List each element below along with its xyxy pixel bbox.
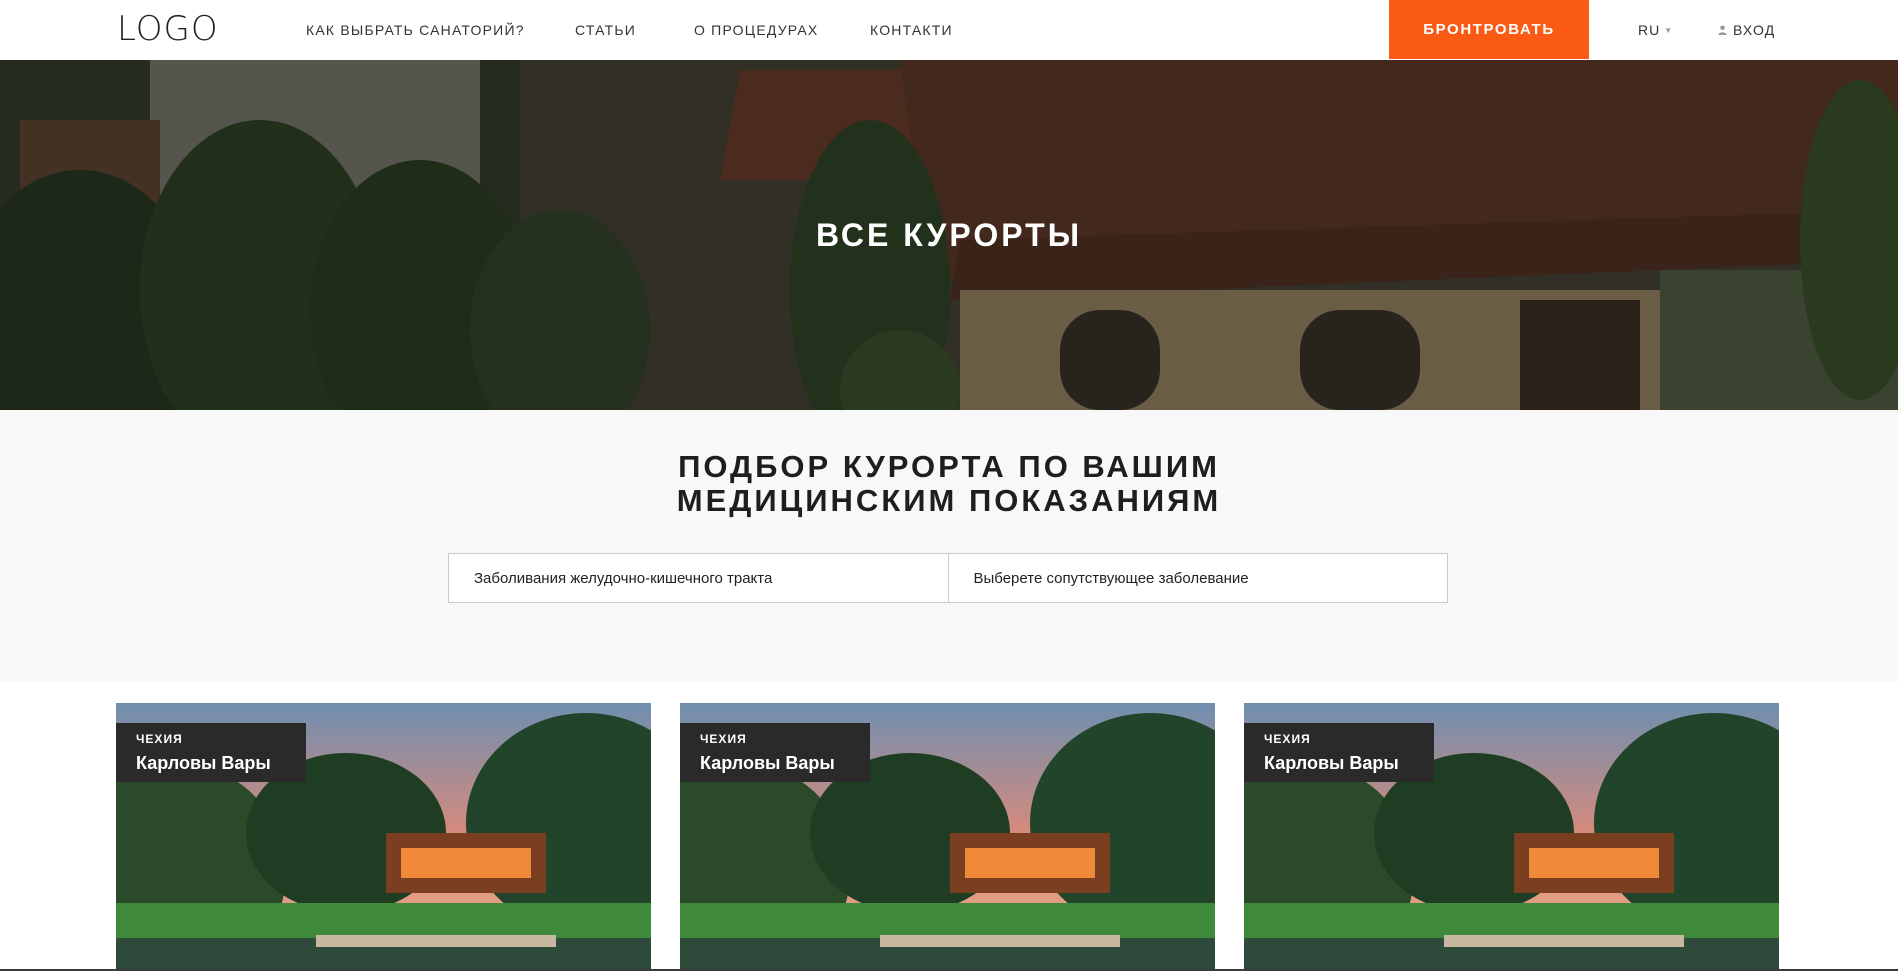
language-label: RU [1638,22,1661,38]
card-label: ЧЕХИЯ Карловы Вары [116,723,306,782]
resort-cards: ЧЕХИЯ Карловы Вары ЧЕХИЯ Карловы Вары ЧЕ… [116,703,1779,971]
book-button[interactable]: БРОНТРОВАТЬ [1389,0,1589,59]
caret-down-icon: ▼ [1664,25,1674,35]
filter-title-line-2: МЕДИЦИНСКИМ ПОКАЗАНИЯМ [676,483,1222,518]
login-label: ВХОД [1733,22,1776,38]
card-country: ЧЕХИЯ [700,732,747,746]
user-icon [1718,25,1727,35]
hero-banner: ВСЕ КУРОРТЫ [0,60,1898,410]
site-header: LOGO КАК ВЫБРАТЬ САНАТОРИЙ? СТАТЬИ О ПРО… [0,0,1898,60]
filter-title: ПОДБОР КУРОРТА ПО ВАШИМ МЕДИЦИНСКИМ ПОКА… [0,450,1898,518]
nav-procedures[interactable]: О ПРОЦЕДУРАХ [694,22,818,38]
concomitant-disease-select[interactable]: Выберете сопутствующее заболевание [947,554,1448,602]
card-city: Карловы Вары [1264,753,1399,773]
filter-selects: Заболивания желудочно-кишечного тракта В… [448,553,1448,603]
disease-select[interactable]: Заболивания желудочно-кишечного тракта [449,554,948,602]
nav-contacts[interactable]: КОНТАКТИ [870,22,953,38]
resort-filter-section: ПОДБОР КУРОРТА ПО ВАШИМ МЕДИЦИНСКИМ ПОКА… [0,410,1898,682]
card-country: ЧЕХИЯ [136,732,183,746]
resort-card[interactable]: ЧЕХИЯ Карловы Вары [1244,703,1779,971]
login-link[interactable]: ВХОД [1718,22,1775,38]
card-label: ЧЕХИЯ Карловы Вары [1244,723,1434,782]
card-country: ЧЕХИЯ [1264,732,1311,746]
language-selector[interactable]: RU ▼ [1638,22,1673,38]
page-title: ВСЕ КУРОРТЫ [815,217,1083,253]
filter-title-line-1: ПОДБОР КУРОРТА ПО ВАШИМ [678,449,1220,484]
resort-card[interactable]: ЧЕХИЯ Карловы Вары [116,703,651,971]
nav-how-to-choose[interactable]: КАК ВЫБРАТЬ САНАТОРИЙ? [306,22,525,38]
resort-card[interactable]: ЧЕХИЯ Карловы Вары [680,703,1215,971]
nav-articles[interactable]: СТАТЬИ [575,22,636,38]
site-logo[interactable]: LOGO [117,9,219,49]
card-city: Карловы Вары [136,753,271,773]
card-label: ЧЕХИЯ Карловы Вары [680,723,870,782]
card-city: Карловы Вары [700,753,835,773]
